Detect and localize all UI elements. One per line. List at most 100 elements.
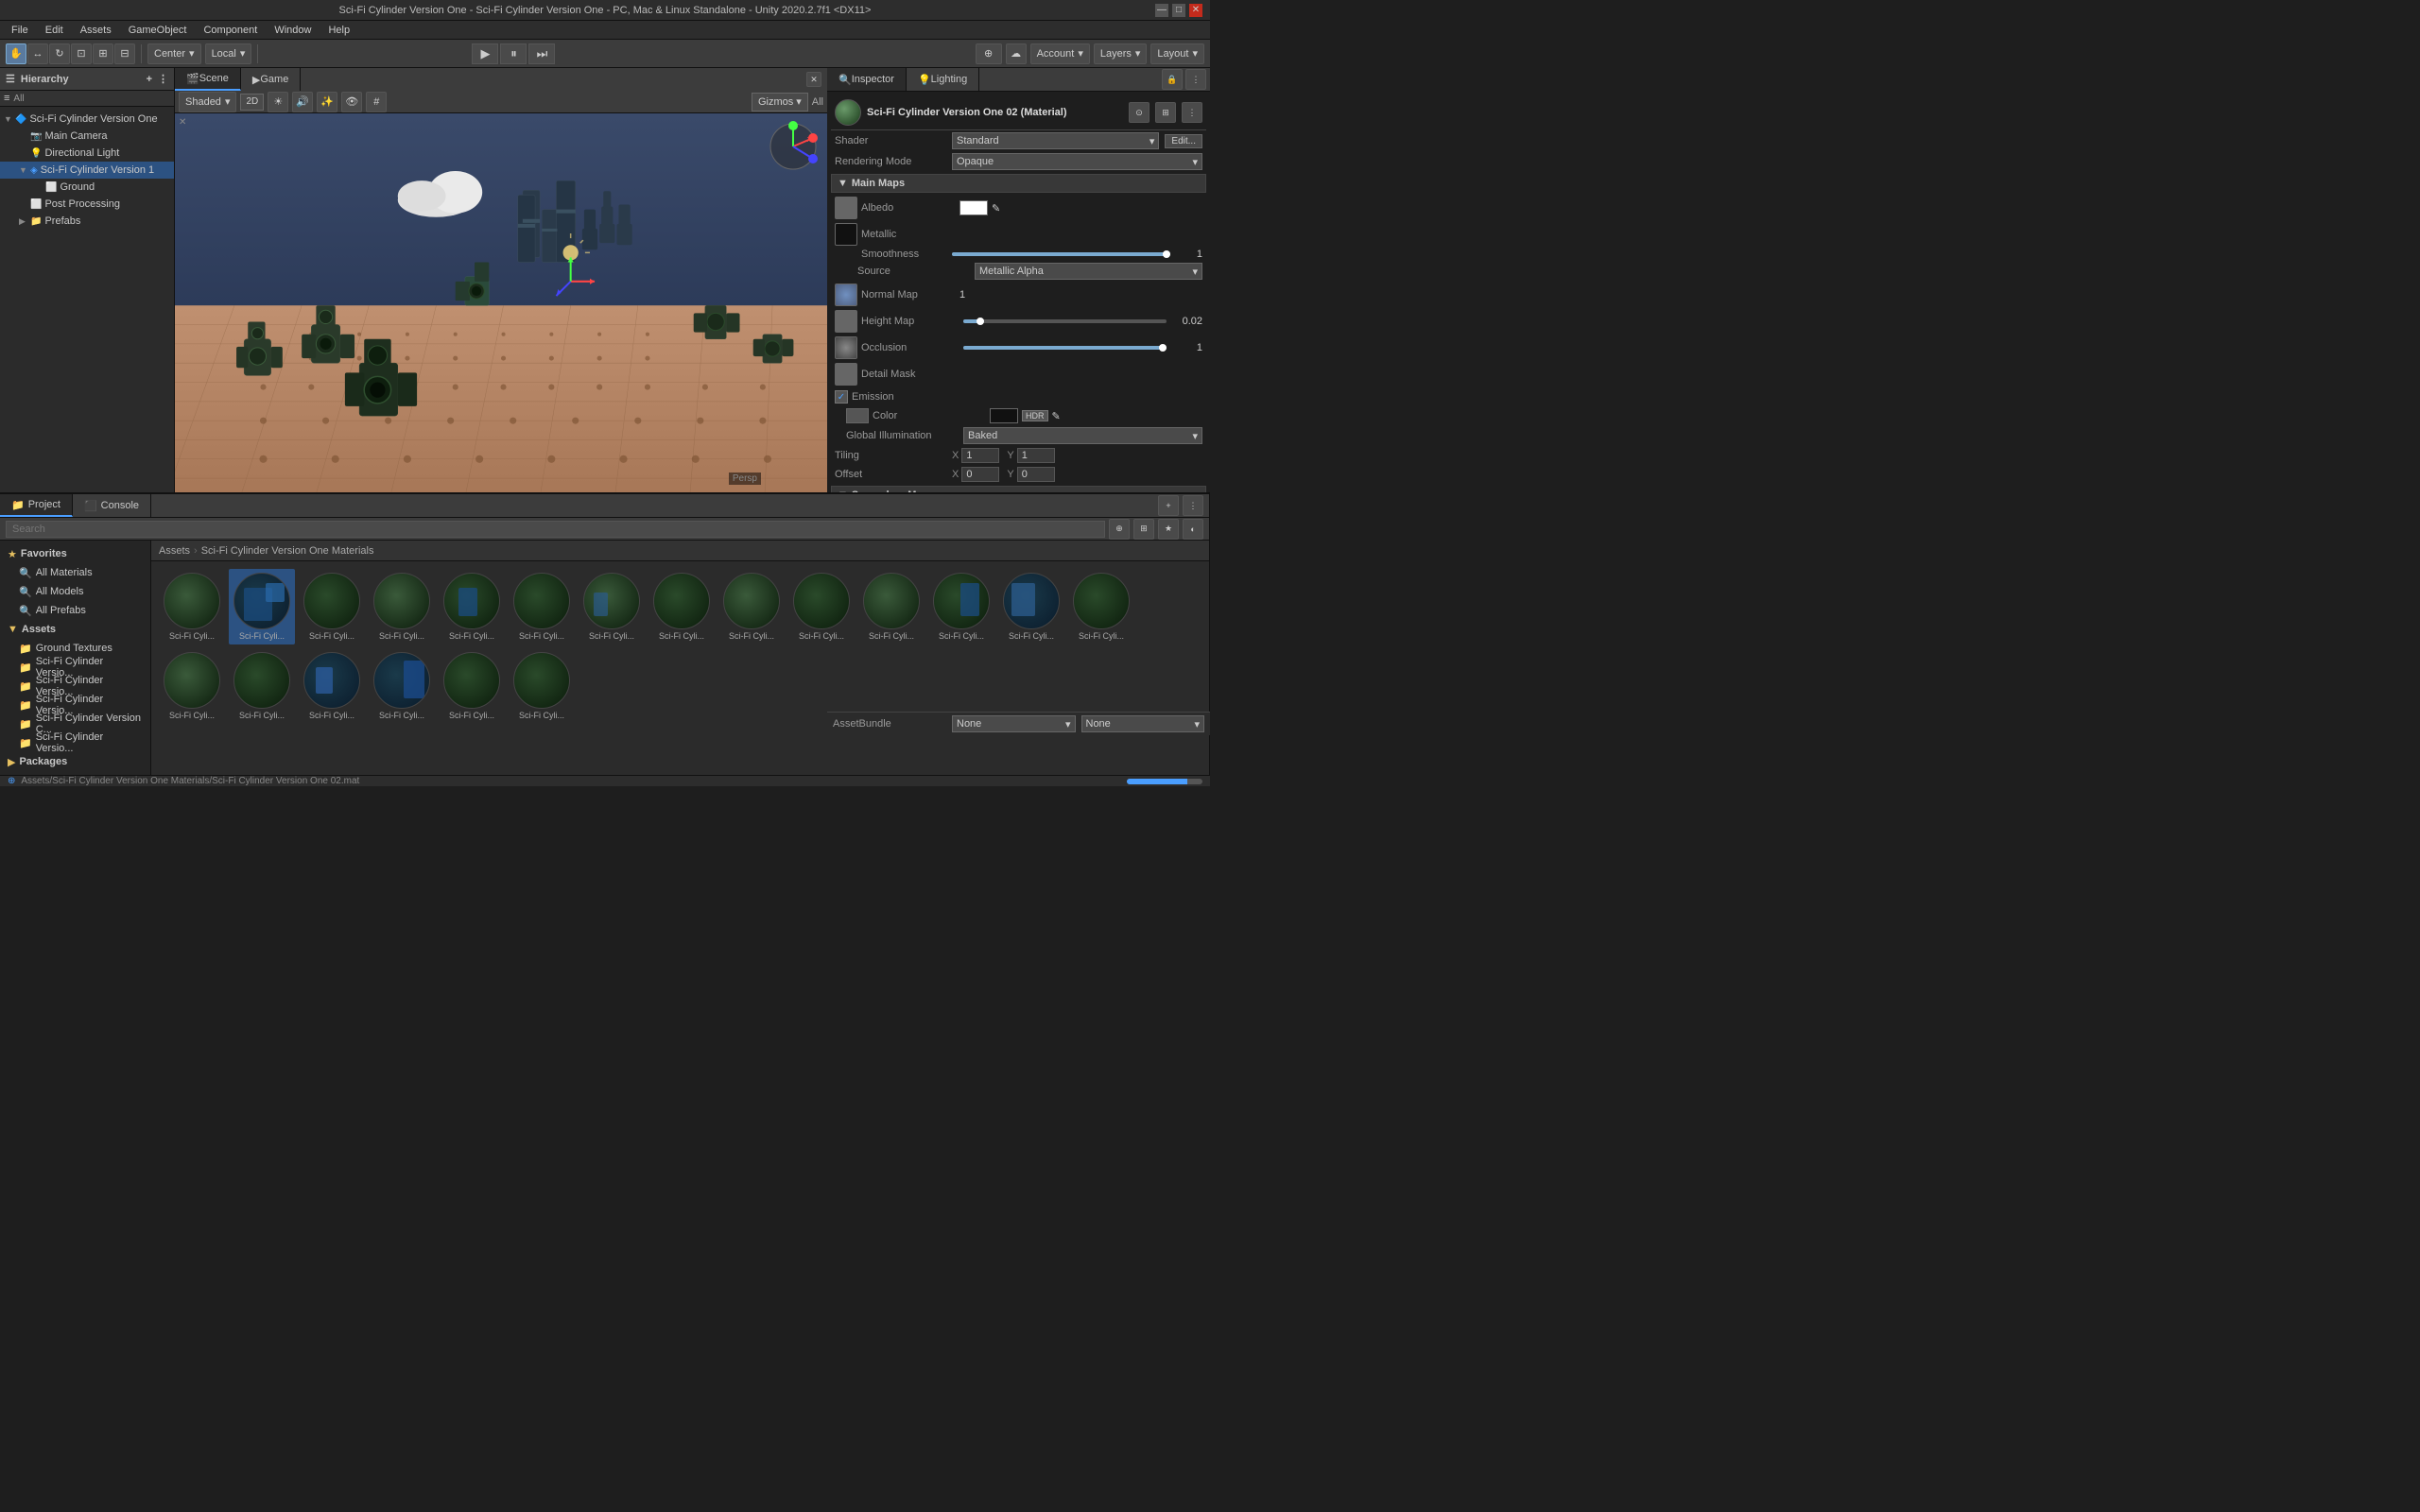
color-thumb[interactable] — [846, 408, 869, 423]
detail-mask-thumb[interactable] — [835, 363, 857, 386]
2d-toggle[interactable]: 2D — [240, 94, 264, 111]
project-options-btn[interactable]: ⋮ — [1183, 495, 1203, 516]
project-search-input[interactable] — [6, 521, 1105, 538]
emission-color-swatch[interactable] — [990, 408, 1018, 423]
asset-item-10[interactable]: Sci-Fi Cyli... — [858, 569, 925, 644]
occlusion-slider[interactable] — [963, 346, 1167, 350]
tab-lighting[interactable]: 💡 Lighting — [907, 68, 979, 91]
close-button[interactable]: ✕ — [1189, 4, 1202, 17]
step-button[interactable]: ⏭ — [528, 43, 555, 64]
rect-tool[interactable]: ⊞ — [93, 43, 113, 64]
move-tool[interactable]: ↔ — [27, 43, 48, 64]
tab-inspector[interactable]: 🔍 Inspector — [827, 68, 907, 91]
material-more-btn[interactable]: ⋮ — [1182, 102, 1202, 123]
normal-map-thumb[interactable] — [835, 284, 857, 306]
scene-fx-btn[interactable]: ✨ — [317, 92, 337, 112]
scene-close-btn[interactable]: ✕ — [806, 72, 821, 87]
scene-grid-btn[interactable]: # — [366, 92, 387, 112]
material-target-btn[interactable]: ⊙ — [1129, 102, 1150, 123]
project-add-btn[interactable]: + — [1158, 495, 1179, 516]
gizmos-dropdown[interactable]: Gizmos▾ — [752, 93, 808, 112]
albedo-color[interactable] — [959, 200, 988, 215]
play-button[interactable]: ▶ — [472, 43, 498, 64]
scene-hidden-btn[interactable]: 👁 — [341, 92, 362, 112]
asset-item-8[interactable]: Sci-Fi Cyli... — [718, 569, 785, 644]
asset-item-19[interactable]: Sci-Fi Cyli... — [509, 648, 575, 724]
occlusion-thumb[interactable] — [835, 336, 857, 359]
all-prefabs-item[interactable]: 🔍 All Prefabs — [0, 601, 150, 620]
height-map-thumb[interactable] — [835, 310, 857, 333]
hierarchy-item-root[interactable]: ▼ 🔷 Sci-Fi Cylinder Version One — [0, 111, 174, 128]
favorites-group[interactable]: ★ Favorites — [0, 544, 150, 563]
asset-item-17[interactable]: Sci-Fi Cyli... — [369, 648, 435, 724]
tab-scene[interactable]: 🎬 Scene — [175, 68, 241, 91]
hierarchy-options-icon[interactable]: ⋮ — [158, 73, 168, 85]
source-dropdown[interactable]: Metallic Alpha ▾ — [975, 263, 1202, 280]
transform-tool[interactable]: ⊟ — [114, 43, 135, 64]
pivot-dropdown[interactable]: Center▾ — [147, 43, 201, 64]
space-dropdown[interactable]: Local▾ — [205, 43, 252, 64]
albedo-thumb[interactable] — [835, 197, 857, 219]
height-slider[interactable] — [963, 319, 1167, 323]
asset-item-9[interactable]: Sci-Fi Cyli... — [788, 569, 855, 644]
hierarchy-item-postprocess[interactable]: ⬜ Post Processing — [0, 196, 174, 213]
asset-item-15[interactable]: Sci-Fi Cyli... — [229, 648, 295, 724]
asset-bundle-variant-dropdown[interactable]: None ▾ — [1081, 715, 1205, 732]
asset-item-1[interactable]: Sci-Fi Cyli... — [229, 569, 295, 644]
all-materials-item[interactable]: 🔍 All Materials — [0, 563, 150, 582]
albedo-picker-btn[interactable]: ✎ — [992, 202, 1000, 215]
inspector-more-btn[interactable]: ⋮ — [1185, 69, 1206, 90]
asset-item-12[interactable]: Sci-Fi Cyli... — [998, 569, 1064, 644]
menu-assets[interactable]: Assets — [73, 21, 119, 40]
metallic-thumb[interactable] — [835, 223, 857, 246]
hierarchy-item-ground[interactable]: ⬜ Ground — [0, 179, 174, 196]
breadcrumb-assets[interactable]: Assets — [159, 545, 190, 557]
shading-dropdown[interactable]: Shaded▾ — [179, 92, 236, 112]
tiling-y-input[interactable] — [1017, 448, 1055, 463]
asset-item-7[interactable]: Sci-Fi Cyli... — [648, 569, 715, 644]
rotate-tool[interactable]: ↻ — [49, 43, 70, 64]
tab-project[interactable]: 📁 Project — [0, 494, 73, 517]
all-models-item[interactable]: 🔍 All Models — [0, 582, 150, 601]
asset-item-4[interactable]: Sci-Fi Cyli... — [439, 569, 505, 644]
inspector-lock-btn[interactable]: 🔒 — [1162, 69, 1183, 90]
asset-item-2[interactable]: Sci-Fi Cyli... — [299, 569, 365, 644]
secondary-maps-header[interactable]: ▼ Secondary Maps — [831, 486, 1206, 492]
scene-3d-view[interactable]: X Y Z Persp ✕ — [175, 113, 827, 492]
menu-window[interactable]: Window — [267, 21, 319, 40]
scifi-mat3-item[interactable]: 📁 Sci-Fi Cylinder Versio... — [0, 696, 150, 714]
rendering-mode-dropdown[interactable]: Opaque ▾ — [952, 153, 1202, 170]
asset-item-6[interactable]: Sci-Fi Cyli... — [579, 569, 645, 644]
color-picker-btn[interactable]: ✎ — [1052, 410, 1061, 422]
project-star-btn[interactable]: ★ — [1158, 519, 1179, 540]
asset-item-5[interactable]: Sci-Fi Cyli... — [509, 569, 575, 644]
hierarchy-menu-icon[interactable]: ☰ — [6, 73, 15, 85]
cloud-icon[interactable]: ☁ — [1006, 43, 1027, 64]
asset-item-13[interactable]: Sci-Fi Cyli... — [1068, 569, 1134, 644]
project-view-btn[interactable]: ⊞ — [1133, 519, 1154, 540]
asset-item-3[interactable]: Sci-Fi Cyli... — [369, 569, 435, 644]
scene-x-btn[interactable]: ✕ — [179, 117, 186, 128]
scifi-mat4-item[interactable]: 📁 Sci-Fi Cylinder Version C... — [0, 714, 150, 733]
layers-dropdown[interactable]: Layers▾ — [1094, 43, 1148, 64]
gi-dropdown[interactable]: Baked ▾ — [963, 427, 1202, 444]
maximize-button[interactable]: □ — [1172, 4, 1185, 17]
minimize-button[interactable]: — — [1155, 4, 1168, 17]
hierarchy-add-icon[interactable]: + — [147, 74, 152, 85]
account-dropdown[interactable]: Account▾ — [1030, 43, 1090, 64]
offset-y-input[interactable] — [1017, 467, 1055, 482]
scene-audio-btn[interactable]: 🔊 — [292, 92, 313, 112]
project-size-btn[interactable]: ◐ — [1183, 519, 1203, 540]
collab-icon[interactable]: ⊕ — [976, 43, 1002, 64]
asset-bundle-dropdown[interactable]: None ▾ — [952, 715, 1076, 732]
material-expand-btn[interactable]: ⊞ — [1155, 102, 1176, 123]
assets-group[interactable]: ▼ Assets — [0, 620, 150, 639]
project-search-options-btn[interactable]: ⊕ — [1109, 519, 1130, 540]
menu-component[interactable]: Component — [196, 21, 265, 40]
hierarchy-item-prefabs[interactable]: ▶ 📁 Prefabs — [0, 213, 174, 230]
ground-textures-item[interactable]: 📁 Ground Textures — [0, 639, 150, 658]
scale-tool[interactable]: ⊡ — [71, 43, 92, 64]
pause-button[interactable]: ⏸ — [500, 43, 527, 64]
hand-tool[interactable]: ✋ — [6, 43, 26, 64]
scifi-mat5-item[interactable]: 📁 Sci-Fi Cylinder Versio... — [0, 733, 150, 752]
